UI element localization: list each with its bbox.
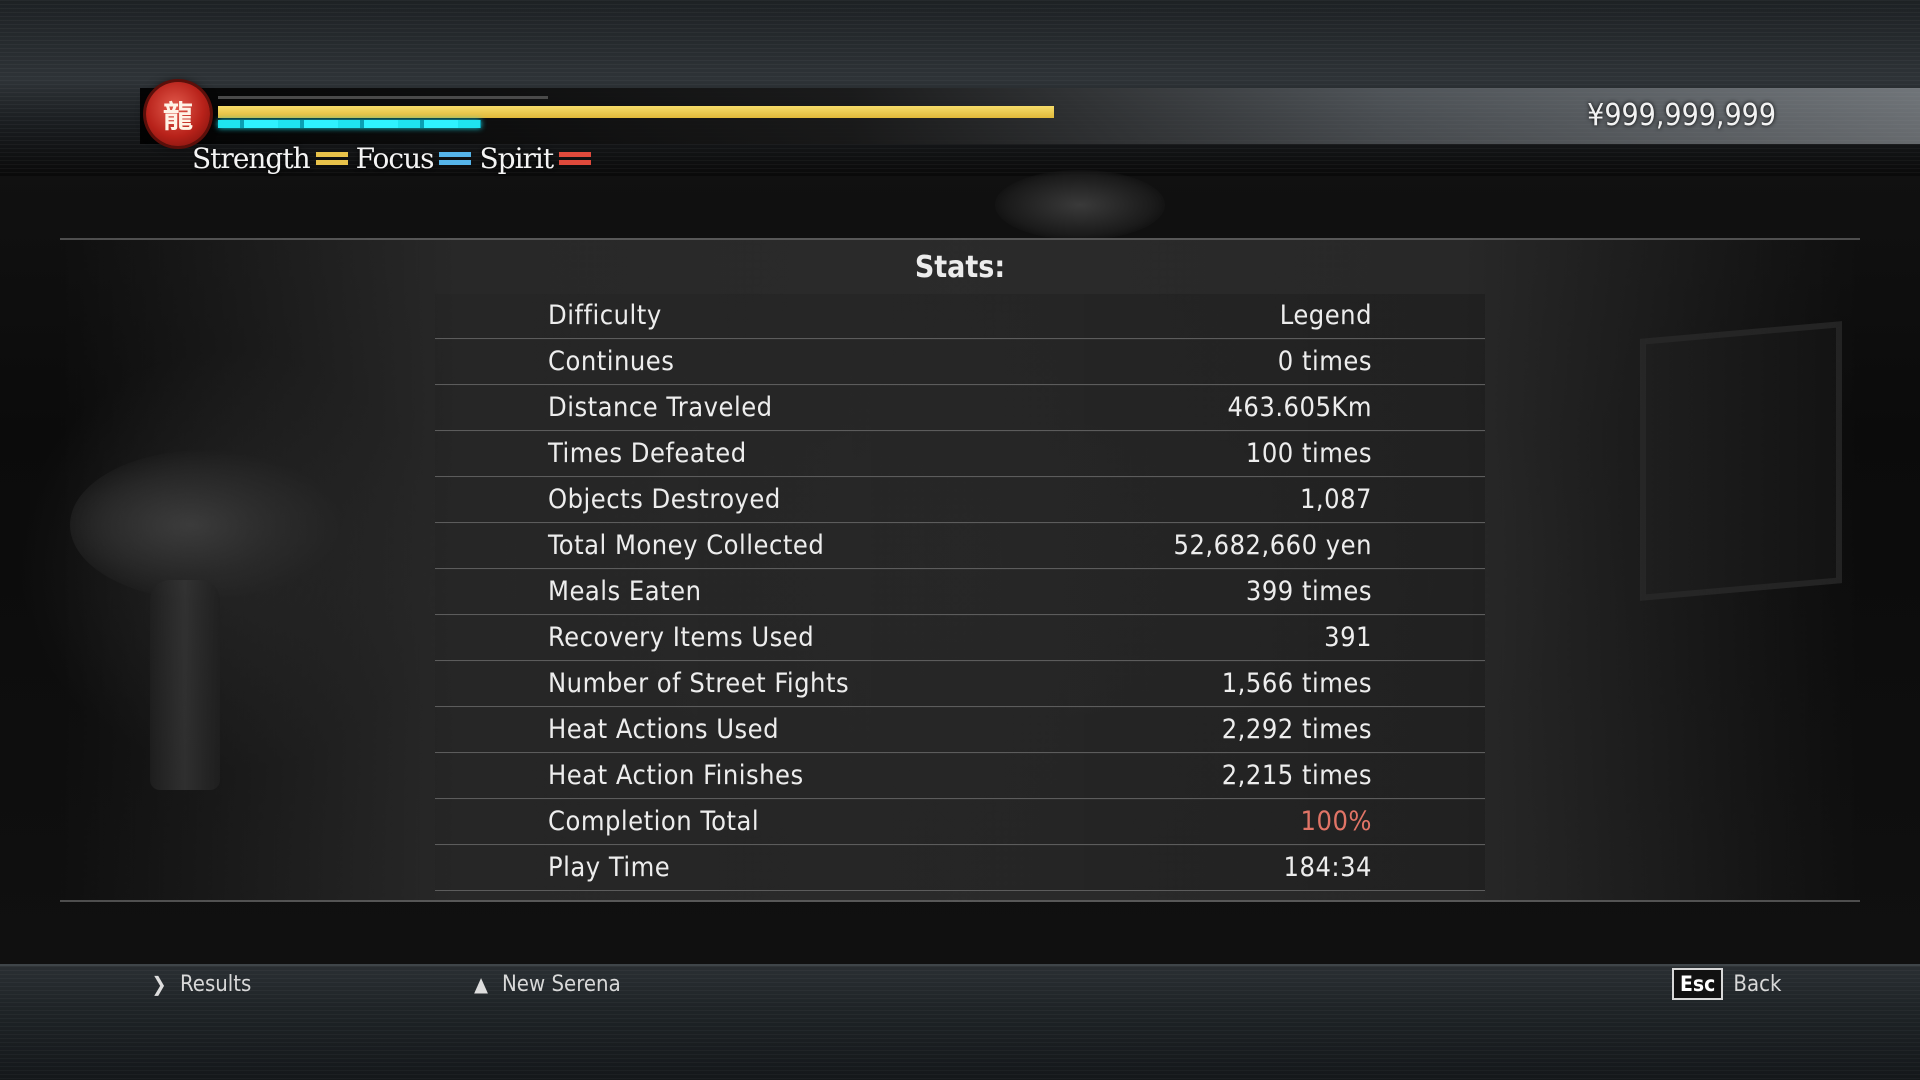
up-arrow-icon: ▲ [474,972,488,996]
money-counter: ¥999,999,999 [1587,98,1776,133]
stat-value: 2,215 times [1221,760,1372,791]
strength-label: Strength [192,142,311,175]
stats-list: Difficulty Legend Continues 0 times Distan… [435,294,1485,892]
stat-row-difficulty: Difficulty Legend [435,294,1485,339]
stat-value: Legend [1279,300,1372,331]
stat-row-heat-action-finishes: Heat Action Finishes 2,215 times [435,754,1485,799]
heat-bar-fill [218,120,482,128]
focus-swatch-icon [439,152,472,166]
stat-row-completion-total: Completion Total 100% [435,800,1485,845]
dragon-emblem-icon: 龍 [146,82,210,146]
stat-value: 399 times [1245,576,1372,607]
stats-title: Stats: [914,250,1006,285]
results-button[interactable]: ❯ Results [148,968,251,1000]
stat-value: 100 times [1245,438,1372,469]
spirit-swatch-icon [559,152,592,166]
health-bar [218,106,1054,118]
stat-row-recovery-items-used: Recovery Items Used 391 [435,616,1485,661]
stat-label: Heat Actions Used [548,714,780,745]
stat-label: Distance Traveled [548,392,773,423]
stat-row-street-fights: Number of Street Fights 1,566 times [435,662,1485,707]
stat-label: Play Time [548,852,671,883]
stat-row-distance-traveled: Distance Traveled 463.605Km [435,386,1485,431]
bottom-control-bar [0,964,1920,1080]
stat-row-meals-eaten: Meals Eaten 399 times [435,570,1485,615]
new-serena-button[interactable]: ▲ New Serena [470,968,621,1000]
stat-row-total-money-collected: Total Money Collected 52,682,660 yen [435,524,1485,569]
stat-label: Completion Total [548,806,760,837]
stat-label: Continues [548,346,675,377]
stat-value: 184:34 [1283,852,1372,883]
game-screen: 龍 Strength Focus Spirit ¥999,999,999 Sta… [0,0,1920,1080]
stat-label: Difficulty [548,300,662,331]
back-button[interactable]: Esc Back [1672,968,1781,1000]
focus-label: Focus [355,142,435,175]
strength-swatch-icon [315,152,348,166]
stat-label: Recovery Items Used [548,622,815,653]
new-serena-label: New Serena [502,971,621,997]
stat-label: Heat Action Finishes [548,760,804,791]
back-label: Back [1733,971,1782,997]
chandelier-ornament [995,170,1165,240]
esc-key-icon: Esc [1672,968,1724,1000]
stat-value: 1,566 times [1221,668,1372,699]
stat-label: Objects Destroyed [548,484,781,515]
stat-value: 1,087 [1299,484,1372,515]
stat-label: Times Defeated [548,438,747,469]
stat-label: Total Money Collected [548,530,825,561]
stat-value: 2,292 times [1221,714,1372,745]
right-bracket-icon: ❯ [151,972,167,996]
stat-label: Number of Street Fights [548,668,850,699]
stat-value: 0 times [1277,346,1372,377]
heat-bar [218,120,688,128]
stat-row-objects-destroyed: Objects Destroyed 1,087 [435,478,1485,523]
stat-value: 391 [1324,622,1372,653]
stat-row-times-defeated: Times Defeated 100 times [435,432,1485,477]
spirit-label: Spirit [479,142,554,175]
status-thin-bar [218,96,548,99]
stat-label: Meals Eaten [548,576,702,607]
results-label: Results [180,971,252,997]
stat-value: 463.605Km [1227,392,1372,423]
stat-row-play-time: Play Time 184:34 [435,846,1485,891]
stat-row-heat-actions-used: Heat Actions Used 2,292 times [435,708,1485,753]
stat-value: 52,682,660 yen [1173,530,1372,561]
stat-row-continues: Continues 0 times [435,340,1485,385]
health-bar-fill [218,106,1054,118]
stat-value-highlight: 100% [1300,806,1372,837]
attribute-legend: Strength Focus Spirit [192,142,597,182]
